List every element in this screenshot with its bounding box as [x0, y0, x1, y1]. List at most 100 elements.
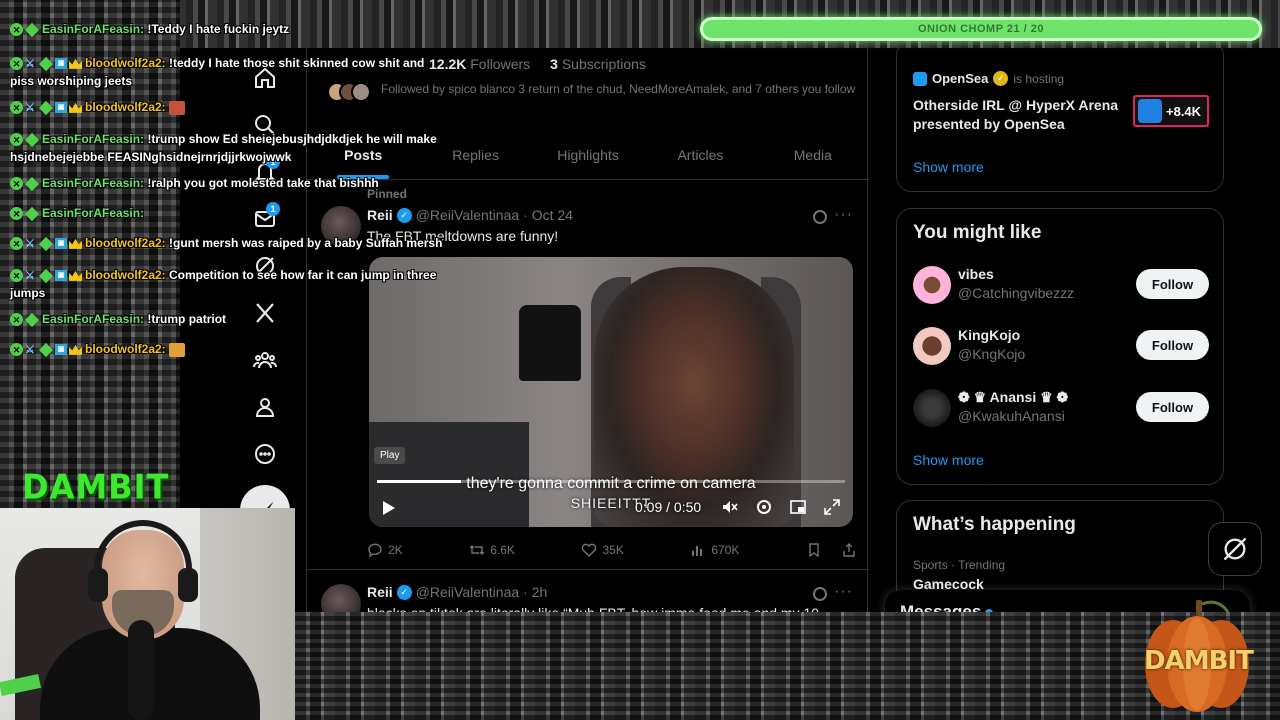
grok-icon [1223, 537, 1247, 561]
tweet-share-group [806, 542, 857, 558]
diamond-badge-icon [38, 100, 54, 115]
chat-badges: ✕ [10, 176, 40, 191]
chat-message: ✕ EasinForAFeasin: !trump show Ed sheieje… [10, 130, 450, 166]
opensea-boat-icon [1138, 99, 1162, 123]
follow-button[interactable]: Follow [1136, 330, 1209, 360]
onion-chomp-progress-bar: ONION CHOMP 21 / 20 [700, 17, 1262, 41]
video-progress-bar[interactable] [377, 480, 845, 483]
share-icon[interactable] [841, 542, 857, 558]
chat-username[interactable]: EasinForAFeasin: [42, 206, 144, 220]
tab-media[interactable]: Media [757, 130, 869, 179]
subscriptions-link[interactable]: 3 Subscriptions [550, 56, 646, 72]
event-host-name[interactable]: OpenSea [932, 71, 988, 86]
close-badge-icon: ✕ [10, 313, 23, 327]
suggested-account[interactable]: vibes @Catchingvibezzz Follow [913, 264, 1209, 308]
grok-explain-icon[interactable] [813, 587, 827, 601]
opensea-logo-icon [913, 71, 927, 86]
repost-button[interactable]: 6.6K [469, 542, 515, 558]
account-name[interactable]: KingKojo [958, 327, 1020, 343]
sword-badge-icon: ⚔ [25, 57, 35, 70]
chat-message-text: !Teddy I hate fuckin jeytz [147, 22, 290, 36]
overlay-noise-bottom [295, 612, 1280, 720]
more-options-icon[interactable]: ··· [834, 206, 853, 224]
fullscreen-icon[interactable] [823, 498, 841, 516]
subscriber-badge-icon: ▣ [55, 238, 67, 250]
suggested-account[interactable]: KingKojo @KngKojo Follow [913, 325, 1209, 369]
settings-icon[interactable] [755, 498, 773, 516]
subscriber-badge-icon: ▣ [55, 344, 67, 356]
chat-username[interactable]: EasinForAFeasin: [42, 132, 144, 146]
repost-icon [469, 545, 485, 555]
chat-username[interactable]: bloodwolf2a2: [85, 56, 166, 70]
account-name[interactable]: ❁ ♛ Anansi ♛ ❁ [958, 389, 1068, 406]
crown-badge-icon [69, 102, 82, 113]
diamond-badge-icon [38, 236, 54, 251]
play-icon[interactable] [379, 499, 397, 517]
mute-icon[interactable] [721, 498, 739, 516]
views-button[interactable]: 670K [690, 542, 739, 558]
subscriber-badge-icon: ▣ [55, 102, 67, 114]
chat-badges: ✕ [10, 312, 40, 327]
close-badge-icon: ✕ [10, 23, 23, 37]
avatar[interactable] [913, 389, 951, 427]
chat-message: ✕ ⚔ ▣ bloodwolf2a2: !gunt mersh was raiped … [10, 234, 450, 252]
author-name[interactable]: Reii [367, 584, 393, 600]
show-more-link[interactable]: Show more [913, 452, 984, 468]
tweet-date[interactable]: · Oct 24 [523, 207, 573, 223]
tab-articles[interactable]: Articles [644, 130, 756, 179]
tweet-date[interactable]: · 2h [523, 584, 547, 600]
more-options-icon[interactable]: ··· [834, 583, 853, 601]
reply-count: 2K [388, 543, 403, 557]
chat-message: ✕ EasinForAFeasin: !Teddy I hate fuckin j… [10, 20, 450, 38]
crown-badge-icon [69, 238, 82, 249]
microphone-icon [128, 620, 154, 720]
reply-button[interactable]: 2K [367, 542, 403, 558]
chat-message: ✕ ⚔ ▣ bloodwolf2a2: [10, 98, 450, 116]
event-listener-count[interactable]: +8.4K [1133, 95, 1209, 127]
chat-emote-icon [169, 100, 186, 115]
like-button[interactable]: 35K [581, 542, 624, 558]
picture-in-picture-icon[interactable] [789, 498, 807, 516]
chat-username[interactable]: bloodwolf2a2: [85, 236, 166, 250]
chat-username[interactable]: bloodwolf2a2: [85, 268, 166, 282]
more-icon[interactable] [248, 437, 282, 471]
account-name[interactable]: vibes [958, 266, 994, 282]
live-event-card[interactable]: OpenSea ✓ is hosting Otherside IRL @ Hyp… [896, 40, 1224, 192]
bookmark-icon[interactable] [806, 542, 822, 558]
chat-username[interactable]: EasinForAFeasin: [42, 176, 144, 190]
follow-button[interactable]: Follow [1136, 392, 1209, 422]
chat-username[interactable]: EasinForAFeasin: [42, 312, 144, 326]
repost-count: 6.6K [490, 543, 515, 557]
show-more-link[interactable]: Show more [913, 159, 984, 175]
chat-badges: ✕ ⚔ ▣ [10, 342, 82, 357]
video-watermark: SHIEEITTT [570, 495, 652, 511]
avatar[interactable] [913, 266, 951, 304]
suggested-account[interactable]: ❁ ♛ Anansi ♛ ❁ @KwakuhAnansi Follow [913, 387, 1209, 431]
chat-badges: ✕ ⚔ ▣ [10, 100, 82, 115]
grok-button[interactable] [1208, 522, 1262, 576]
sword-badge-icon: ⚔ [25, 269, 35, 282]
close-badge-icon: ✕ [10, 207, 23, 221]
author-handle[interactable]: @ReiiValentinaa [416, 584, 519, 600]
account-handle: @Catchingvibezzz [958, 285, 1075, 301]
grok-explain-icon[interactable] [813, 210, 827, 224]
chat-badges: ✕ [10, 206, 40, 221]
tab-highlights[interactable]: Highlights [532, 130, 644, 179]
profile-icon[interactable] [248, 390, 282, 424]
chat-username[interactable]: bloodwolf2a2: [85, 100, 166, 114]
avatar[interactable] [913, 327, 951, 365]
diamond-badge-icon [24, 176, 40, 191]
chat-badges: ✕ [10, 132, 40, 147]
chat-username[interactable]: EasinForAFeasin: [42, 22, 144, 36]
follow-button[interactable]: Follow [1136, 269, 1209, 299]
chat-username[interactable]: bloodwolf2a2: [85, 342, 166, 356]
event-title[interactable]: Otherside IRL @ HyperX Arena presented b… [913, 96, 1123, 134]
close-badge-icon: ✕ [10, 57, 23, 71]
subscriber-badge-icon: ▣ [55, 270, 67, 282]
chat-badges: ✕ ⚔ ▣ [10, 268, 82, 283]
like-count: 35K [602, 543, 624, 557]
you-might-like-card: You might like vibes @Catchingvibezzz Fo… [896, 208, 1224, 485]
view-count: 670K [711, 543, 740, 557]
close-badge-icon: ✕ [10, 101, 23, 115]
chat-emote-icon [169, 342, 186, 357]
